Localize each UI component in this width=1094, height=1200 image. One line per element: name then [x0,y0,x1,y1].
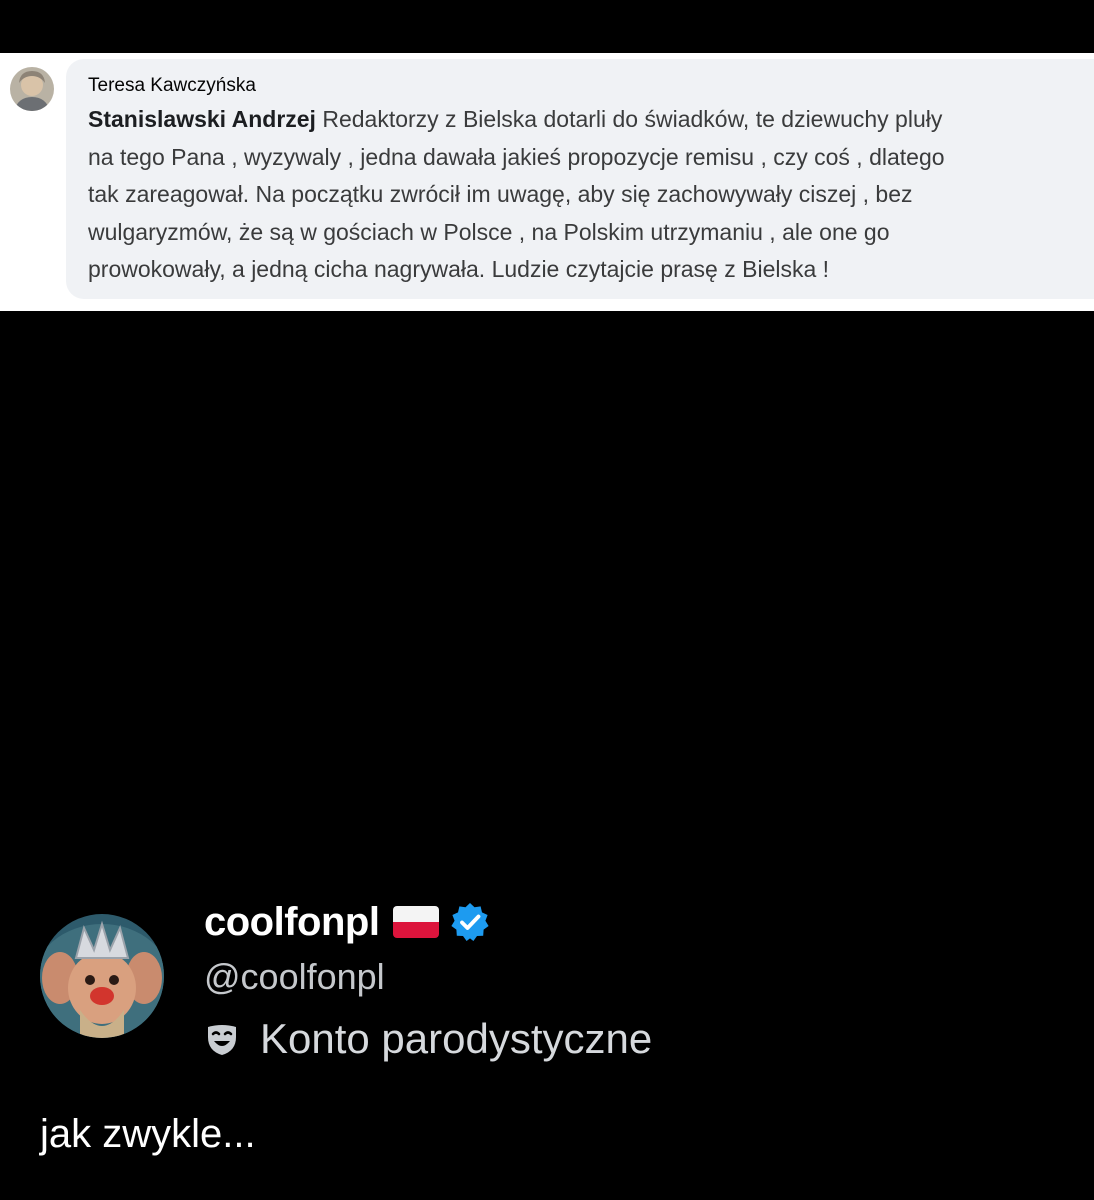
tweet-text: jak zwykle... [40,1112,256,1156]
comment-mention: Stanislawski Andrzej [88,106,316,132]
tweet-author-avatar[interactable] [40,914,164,1038]
verified-badge-icon [449,901,491,943]
comment-line: wulgaryzmów, że są w gościach w Polsce ,… [88,218,890,245]
comment-line: prowokowały, a jedną cicha nagrywała. Lu… [88,256,830,282]
comment-line: Stanislawski Andrzej Redaktorzy z Bielsk… [88,101,1094,139]
tweet-handle[interactable]: @coolfonpl [204,956,385,998]
commenter-avatar [10,67,54,111]
comment-line-text: Redaktorzy z Bielska dotarli do świadków… [322,106,943,132]
comment-text: Stanislawski Andrzej Redaktorzy z Bielsk… [88,101,1094,289]
parody-account-label: Konto parodystyczne [260,1015,653,1062]
comment-line: tak zareagował. Na początku zwrócił im u… [88,181,913,207]
facebook-comment-screenshot: Teresa Kawczyńska Stanislawski Andrzej R… [0,53,1094,311]
comment-bubble: Teresa Kawczyńska Stanislawski Andrzej R… [66,59,1094,299]
tweet-author-name-row: coolfonpl [204,894,491,950]
comment-line: na tego Pana , wyzywaly , jedna dawała j… [88,143,945,170]
parody-mask-icon [204,1021,240,1057]
poland-flag-icon [393,906,440,938]
tweet-display-name[interactable]: coolfonpl [204,900,380,945]
commenter-name: Teresa Kawczyńska [88,75,256,96]
parody-label-row: Konto parodystyczne [204,1012,652,1066]
